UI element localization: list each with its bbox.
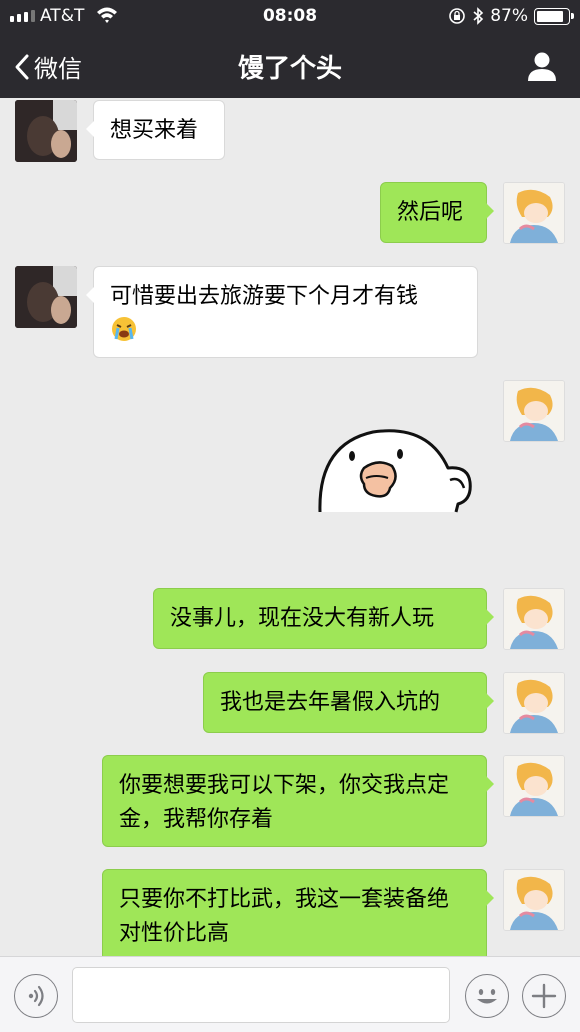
- message-text: 想买来着: [110, 118, 199, 143]
- message-bubble-incoming: 可惜要出去旅游要下个月才有钱: [86, 266, 478, 358]
- status-right-group: 87%: [448, 6, 574, 26]
- emoji-icon: [476, 988, 497, 1003]
- round-white-bird-sticker[interactable]: [318, 424, 474, 516]
- my-avatar[interactable]: [503, 869, 565, 931]
- message-bubble-outgoing: 我也是去年暑假入坑的: [203, 672, 494, 733]
- message-bubble-incoming: 想买来着: [86, 100, 225, 160]
- message-bubble-outgoing: 没事儿，现在没大有新人玩: [153, 588, 494, 649]
- my-avatar[interactable]: [503, 380, 565, 442]
- my-avatar[interactable]: [503, 588, 565, 650]
- battery-fill: [537, 10, 564, 22]
- battery-icon: [534, 7, 574, 25]
- status-bar: AT&T 08:08 87%: [0, 0, 580, 32]
- message-text: 没事儿，现在没大有新人玩: [170, 606, 435, 631]
- my-avatar[interactable]: [503, 672, 565, 734]
- bluetooth-icon: [473, 7, 484, 25]
- plus-icon: [531, 983, 556, 1008]
- message-text: 你要想要我可以下架，你交我点定金，我帮你存着: [119, 773, 450, 832]
- plus-button[interactable]: [522, 974, 566, 1018]
- my-avatar[interactable]: [503, 755, 565, 817]
- contact-avatar[interactable]: [15, 100, 77, 162]
- chat-area[interactable]: 想买来着 然后呢 可惜要出去旅游要下个月才有钱 没事儿，现在没大有新人玩 我也是…: [0, 98, 580, 956]
- top-bar: AT&T 08:08 87% 微信 馒了个头: [0, 0, 580, 98]
- message-input[interactable]: [72, 967, 450, 1023]
- message-text: 然后呢: [397, 200, 464, 225]
- message-bubble-outgoing: 你要想要我可以下架，你交我点定金，我帮你存着: [102, 755, 494, 847]
- message-text: 可惜要出去旅游要下个月才有钱: [110, 284, 419, 309]
- message-bubble-outgoing: 只要你不打比武，我这一套装备绝对性价比高: [102, 869, 494, 956]
- message-text: 只要你不打比武，我这一套装备绝对性价比高: [119, 887, 450, 946]
- chat-title: 馒了个头: [237, 54, 342, 84]
- emoji-button[interactable]: [465, 974, 509, 1018]
- contact-avatar[interactable]: [15, 266, 77, 328]
- person-icon[interactable]: [526, 50, 558, 82]
- back-label: 微信: [34, 55, 82, 83]
- chevron-left-icon: [15, 54, 29, 79]
- back-button[interactable]: 微信: [14, 49, 82, 84]
- message-text: 我也是去年暑假入坑的: [220, 690, 441, 715]
- rotation-lock-icon: [449, 8, 466, 24]
- nav-bar: 微信 馒了个头: [0, 32, 580, 98]
- voice-icon: [28, 985, 44, 1006]
- input-bar: [0, 956, 580, 1032]
- battery-percent: 87%: [490, 6, 528, 26]
- crying-face-emoji-icon: [112, 317, 136, 341]
- my-avatar[interactable]: [503, 182, 565, 244]
- message-bubble-outgoing: 然后呢: [380, 182, 494, 243]
- voice-button[interactable]: [14, 974, 58, 1018]
